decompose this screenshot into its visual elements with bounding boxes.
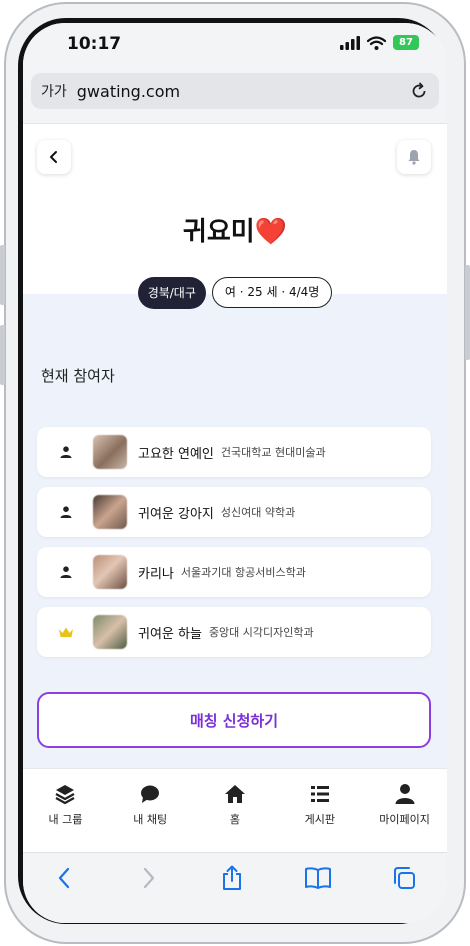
back-button[interactable] xyxy=(37,140,71,174)
text-size-button[interactable]: 가가 xyxy=(41,81,67,101)
participant-row[interactable]: 귀여운 강아지 성신여대 약학과 xyxy=(37,487,431,537)
tabs-icon[interactable] xyxy=(391,865,417,891)
status-time: 10:17 xyxy=(67,34,122,54)
participant-nickname: 카리나 xyxy=(138,566,174,582)
address-bar[interactable]: 가가 gwating.com xyxy=(31,73,439,109)
status-bar: 10:17 87 xyxy=(23,23,447,67)
group-info-tag: 여 · 25 세 · 4/4명 xyxy=(211,277,333,308)
person-icon xyxy=(57,446,75,458)
avatar xyxy=(93,495,127,529)
person-icon xyxy=(57,566,75,578)
tab-label: 마이페이지 xyxy=(379,813,430,826)
battery-level: 87 xyxy=(399,37,413,48)
browser-address-area: 가가 gwating.com xyxy=(23,67,447,124)
list-icon xyxy=(310,786,329,802)
tab-my-page[interactable]: 마이페이지 xyxy=(362,769,447,853)
section-heading: 현재 참여자 xyxy=(41,367,115,385)
match-request-button[interactable]: 매칭 신청하기 xyxy=(37,692,431,748)
battery-icon: 87 xyxy=(393,35,419,50)
tab-label: 내 채팅 xyxy=(133,813,168,826)
avatar xyxy=(93,435,127,469)
avatar xyxy=(93,615,127,649)
group-title: 귀요미❤️ xyxy=(182,217,288,247)
phone-side-button xyxy=(0,325,5,385)
tab-my-chat[interactable]: 내 채팅 xyxy=(108,769,193,853)
participant-row[interactable]: 카리나 서울과기대 항공서비스학과 xyxy=(37,547,431,597)
participant-row[interactable]: 고요한 연예인 건국대학교 현대미술과 xyxy=(37,427,431,477)
tab-label: 게시판 xyxy=(304,813,335,826)
share-icon[interactable] xyxy=(220,865,244,891)
participant-nickname: 고요한 연예인 xyxy=(138,446,214,462)
url-text[interactable]: gwating.com xyxy=(77,82,180,101)
participant-school: 서울과기대 항공서비스학과 xyxy=(180,566,306,579)
status-icons: 87 xyxy=(340,35,419,50)
bell-icon xyxy=(408,150,420,165)
region-tag: 경북/대구 xyxy=(137,277,206,309)
participant-school: 건국대학교 현대미술과 xyxy=(220,446,326,459)
browser-toolbar xyxy=(23,852,447,923)
group-tags: 경북/대구 여 · 25 세 · 4/4명 xyxy=(23,277,447,309)
participant-school: 성신여대 약학과 xyxy=(220,506,296,519)
participant-list: 고요한 연예인 건국대학교 현대미술과 귀여운 강아지 성신여대 약학과 카리나… xyxy=(37,427,431,667)
tab-bar: 내 그룹 내 채팅 홈 게시판 마이페이지 xyxy=(23,768,447,853)
bookmarks-icon[interactable] xyxy=(304,865,332,891)
signal-icon xyxy=(340,35,360,50)
participant-nickname: 귀여운 강아지 xyxy=(138,506,214,522)
screen: 10:17 87 가가 gwating.com 귀요미❤️ 경북/대구 여 · … xyxy=(23,23,447,923)
tab-label: 내 그룹 xyxy=(48,813,83,826)
chevron-left-icon xyxy=(50,151,57,163)
notification-button[interactable] xyxy=(397,140,431,174)
phone-side-button xyxy=(0,245,5,305)
tab-board[interactable]: 게시판 xyxy=(277,769,362,853)
phone-power-button xyxy=(465,265,470,360)
reload-icon[interactable] xyxy=(409,81,429,105)
participant-nickname: 귀여운 하늘 xyxy=(138,626,202,642)
crown-icon xyxy=(57,626,75,638)
back-arrow-icon[interactable] xyxy=(53,865,77,891)
forward-arrow-icon[interactable] xyxy=(136,865,160,891)
tab-my-group[interactable]: 내 그룹 xyxy=(23,769,108,853)
tab-home[interactable]: 홈 xyxy=(193,769,278,853)
wifi-icon xyxy=(367,35,386,50)
layers-icon xyxy=(55,785,75,805)
person-icon xyxy=(395,784,415,804)
person-icon xyxy=(57,506,75,518)
participant-row[interactable]: 귀여운 하늘 중앙대 시각디자인학과 xyxy=(37,607,431,657)
avatar xyxy=(93,555,127,589)
home-icon xyxy=(224,785,245,803)
chat-bubble-icon xyxy=(141,785,160,803)
page-header-area xyxy=(23,124,447,294)
tab-label: 홈 xyxy=(229,813,241,826)
participant-school: 중앙대 시각디자인학과 xyxy=(208,626,314,639)
